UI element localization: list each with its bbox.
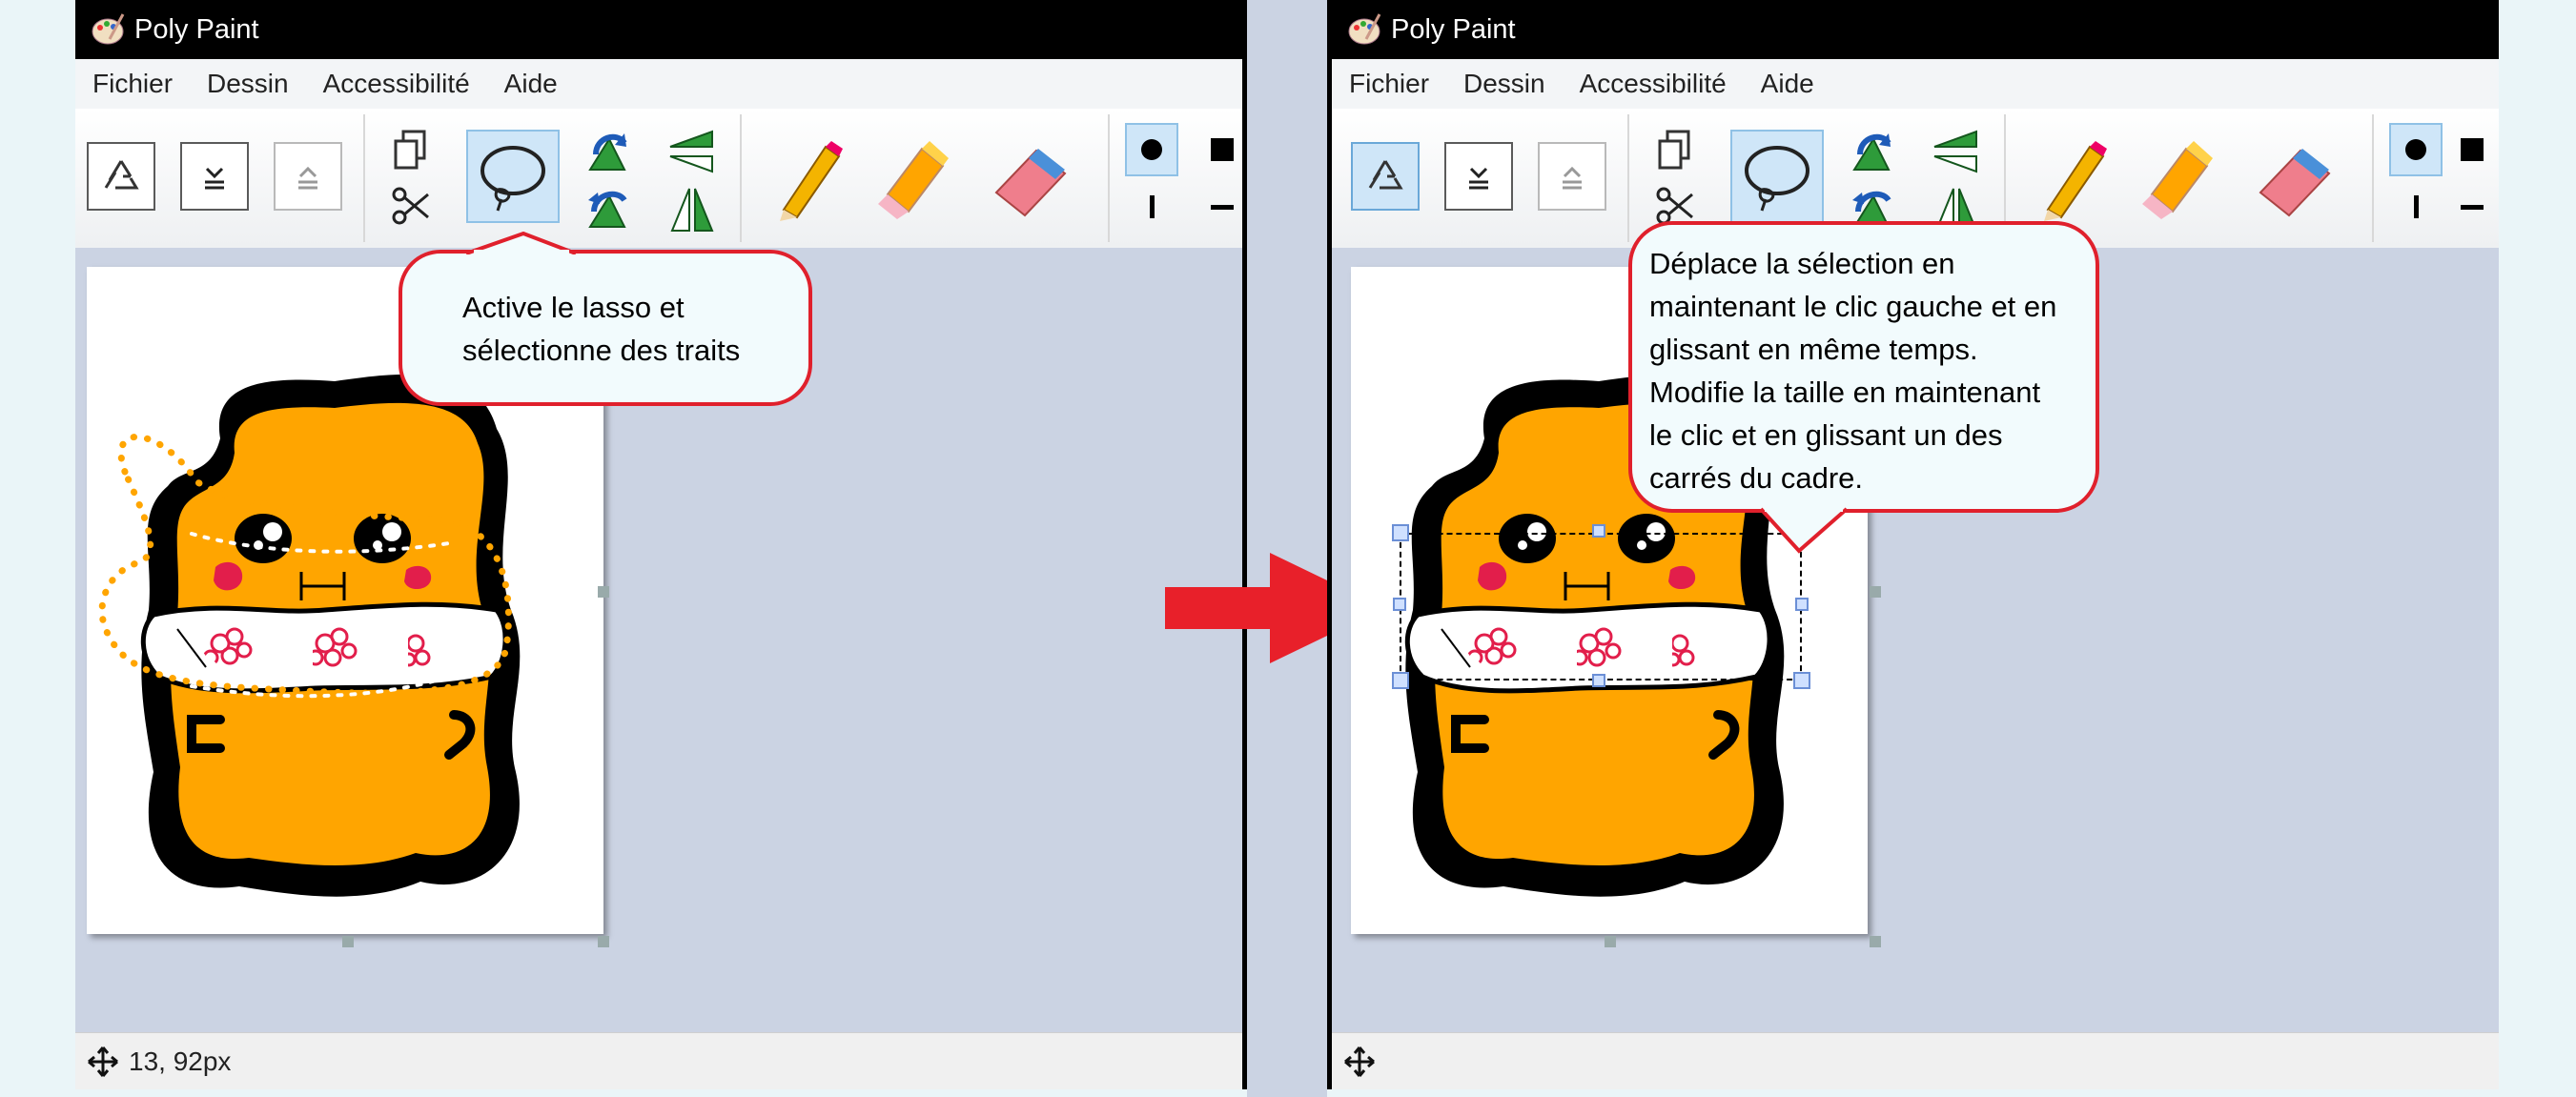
mirror-vertical-icon[interactable]: [666, 185, 718, 236]
square-tip-icon[interactable]: [1196, 123, 1247, 176]
rotate-left-icon[interactable]: [1847, 126, 1898, 177]
recycle-button[interactable]: [87, 142, 155, 211]
flip-up-button[interactable]: [1538, 142, 1606, 211]
callout-move-text: Déplace la sélection en maintenant le cl…: [1649, 247, 2057, 495]
copy-icon[interactable]: [1654, 128, 1696, 173]
resize-handle[interactable]: [1870, 586, 1881, 598]
selection-frame[interactable]: [1400, 533, 1802, 681]
left-window: Poly Paint Fichier Dessin Accessibilité …: [75, 0, 1247, 1089]
callout-lasso-text: Active le lasso et sélectionne des trait…: [462, 291, 741, 367]
menu-bar: Fichier Dessin Accessibilité Aide: [75, 59, 1242, 109]
toolbar-separator: [2372, 114, 2374, 242]
marker-icon[interactable]: [874, 137, 960, 223]
move-icon: [88, 1046, 118, 1077]
selection-handle[interactable]: [1592, 524, 1605, 538]
pencil-icon[interactable]: [767, 137, 852, 223]
recycle-icon: [104, 160, 139, 190]
flip-up-icon: [298, 166, 317, 190]
menu-bar: Fichier Dessin Accessibilité Aide: [1332, 59, 2499, 109]
horizontal-tip-icon[interactable]: [1196, 180, 1247, 234]
title-bar: Poly Paint: [1332, 0, 2499, 59]
lasso-button[interactable]: [1730, 130, 1824, 223]
status-bar: [1332, 1032, 2499, 1089]
square-tip-icon[interactable]: [2445, 123, 2499, 176]
app-title: Poly Paint: [134, 13, 259, 45]
resize-handle[interactable]: [598, 586, 609, 598]
selection-handle[interactable]: [1592, 674, 1605, 687]
menu-dessin[interactable]: Dessin: [190, 69, 306, 99]
toolbar-separator: [363, 114, 365, 242]
mirror-horizontal-icon[interactable]: [666, 126, 718, 177]
title-bar: Poly Paint: [75, 0, 1242, 59]
resize-handle[interactable]: [342, 936, 354, 947]
flip-up-icon: [1563, 166, 1582, 190]
callout-move: Déplace la sélection en maintenant le cl…: [1628, 221, 2099, 513]
recycle-icon: [1368, 160, 1403, 190]
eraser-icon[interactable]: [989, 137, 1074, 223]
menu-dessin[interactable]: Dessin: [1446, 69, 1563, 99]
selection-handle[interactable]: [1392, 672, 1409, 689]
palette-icon: [1348, 13, 1381, 45]
divider: [1247, 0, 1327, 1097]
resize-handle[interactable]: [598, 936, 609, 947]
callout-lasso: Active le lasso et sélectionne des trait…: [399, 250, 812, 406]
marker-icon[interactable]: [2138, 137, 2224, 223]
round-tip-icon: [1141, 139, 1162, 160]
app-title: Poly Paint: [1391, 13, 1516, 45]
resize-handle[interactable]: [1870, 936, 1881, 947]
callout-pointer: [466, 232, 577, 254]
menu-accessibilite[interactable]: Accessibilité: [306, 69, 487, 99]
callout-pointer: [1759, 507, 1849, 554]
round-tip-button[interactable]: [1125, 123, 1178, 176]
copy-icon[interactable]: [390, 128, 432, 173]
toolbar-separator: [740, 114, 742, 242]
selection-handle[interactable]: [1393, 598, 1406, 611]
round-tip-icon: [2405, 139, 2426, 160]
lasso-icon: [480, 146, 545, 212]
mirror-horizontal-icon[interactable]: [1931, 126, 1982, 177]
vertical-tip-icon[interactable]: [1125, 180, 1178, 234]
eraser-icon[interactable]: [2253, 137, 2339, 223]
flip-down-icon: [205, 167, 224, 190]
menu-accessibilite[interactable]: Accessibilité: [1563, 69, 1744, 99]
toolbar: [75, 109, 1242, 249]
toolbar-separator: [1627, 114, 1629, 242]
status-bar: 13, 92px: [75, 1032, 1242, 1089]
lasso-icon: [1745, 146, 1809, 212]
rotate-right-icon[interactable]: [583, 185, 634, 236]
flip-down-button[interactable]: [1444, 142, 1513, 211]
horizontal-tip-icon[interactable]: [2445, 180, 2499, 234]
vertical-tip-icon[interactable]: [2389, 180, 2443, 234]
palette-icon: [92, 13, 125, 45]
lasso-button[interactable]: [466, 130, 560, 223]
menu-aide[interactable]: Aide: [1744, 69, 1831, 99]
selection-handle[interactable]: [1392, 524, 1409, 541]
flip-up-button[interactable]: [274, 142, 342, 211]
selection-handle[interactable]: [1795, 598, 1809, 611]
cursor-position: 13, 92px: [129, 1046, 232, 1076]
rotate-left-icon[interactable]: [583, 126, 634, 177]
flip-down-icon: [1469, 167, 1488, 190]
right-window: Poly Paint Fichier Dessin Accessibilité …: [1327, 0, 2499, 1089]
menu-fichier[interactable]: Fichier: [75, 69, 190, 99]
selection-handle[interactable]: [1793, 672, 1810, 689]
resize-handle[interactable]: [1605, 936, 1616, 947]
cut-icon[interactable]: [390, 185, 432, 227]
recycle-button[interactable]: [1351, 142, 1420, 211]
menu-aide[interactable]: Aide: [487, 69, 575, 99]
pencil-icon[interactable]: [2031, 137, 2116, 223]
round-tip-button[interactable]: [2389, 123, 2443, 176]
flip-down-button[interactable]: [180, 142, 249, 211]
menu-fichier[interactable]: Fichier: [1332, 69, 1446, 99]
toolbar-separator: [1108, 114, 1110, 242]
move-icon: [1344, 1046, 1375, 1077]
